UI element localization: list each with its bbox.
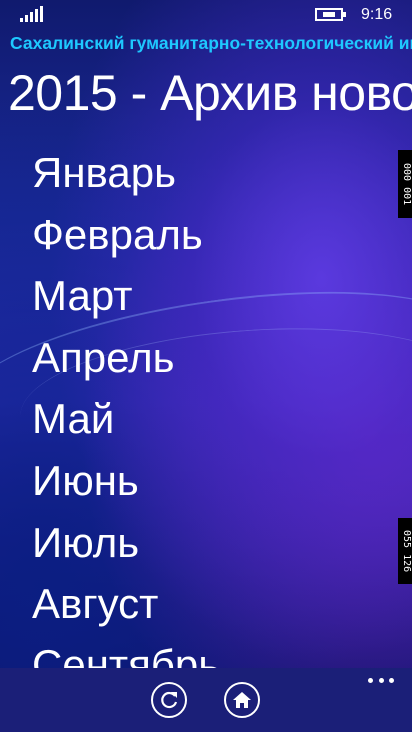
status-bar: 9:16 bbox=[0, 0, 412, 30]
more-dots-icon[interactable] bbox=[368, 678, 394, 684]
status-clock: 9:16 bbox=[361, 6, 393, 23]
app-bar bbox=[0, 668, 412, 732]
month-item-january[interactable]: Январь bbox=[32, 152, 176, 194]
page-title: 2015 - Архив новостей bbox=[8, 65, 412, 121]
refresh-button[interactable] bbox=[151, 682, 187, 718]
month-item-february[interactable]: Февраль bbox=[32, 214, 203, 256]
month-item-june[interactable]: Июнь bbox=[32, 460, 139, 502]
signal-strength-icon bbox=[20, 6, 46, 22]
month-item-march[interactable]: Март bbox=[32, 275, 133, 317]
battery-charging-icon bbox=[315, 8, 346, 21]
home-icon bbox=[233, 692, 251, 708]
month-list: Январь Февраль Март Апрель Май Июнь Июль… bbox=[0, 145, 412, 669]
edge-indicator-top: 000 001 bbox=[398, 150, 412, 218]
month-item-july[interactable]: Июль bbox=[32, 522, 139, 564]
month-item-may[interactable]: Май bbox=[32, 398, 114, 440]
phone-screen: 9:16 Сахалинский гуманитарно-технологиче… bbox=[0, 0, 412, 732]
month-item-august[interactable]: Август bbox=[32, 583, 158, 625]
home-button[interactable] bbox=[224, 682, 260, 718]
refresh-icon bbox=[161, 691, 178, 709]
edge-indicator-bottom: 055 126 bbox=[398, 518, 412, 584]
month-item-september[interactable]: Сентябрь bbox=[32, 644, 220, 669]
app-name: Сахалинский гуманитарно-технологический … bbox=[10, 33, 412, 53]
month-item-april[interactable]: Апрель bbox=[32, 337, 174, 379]
